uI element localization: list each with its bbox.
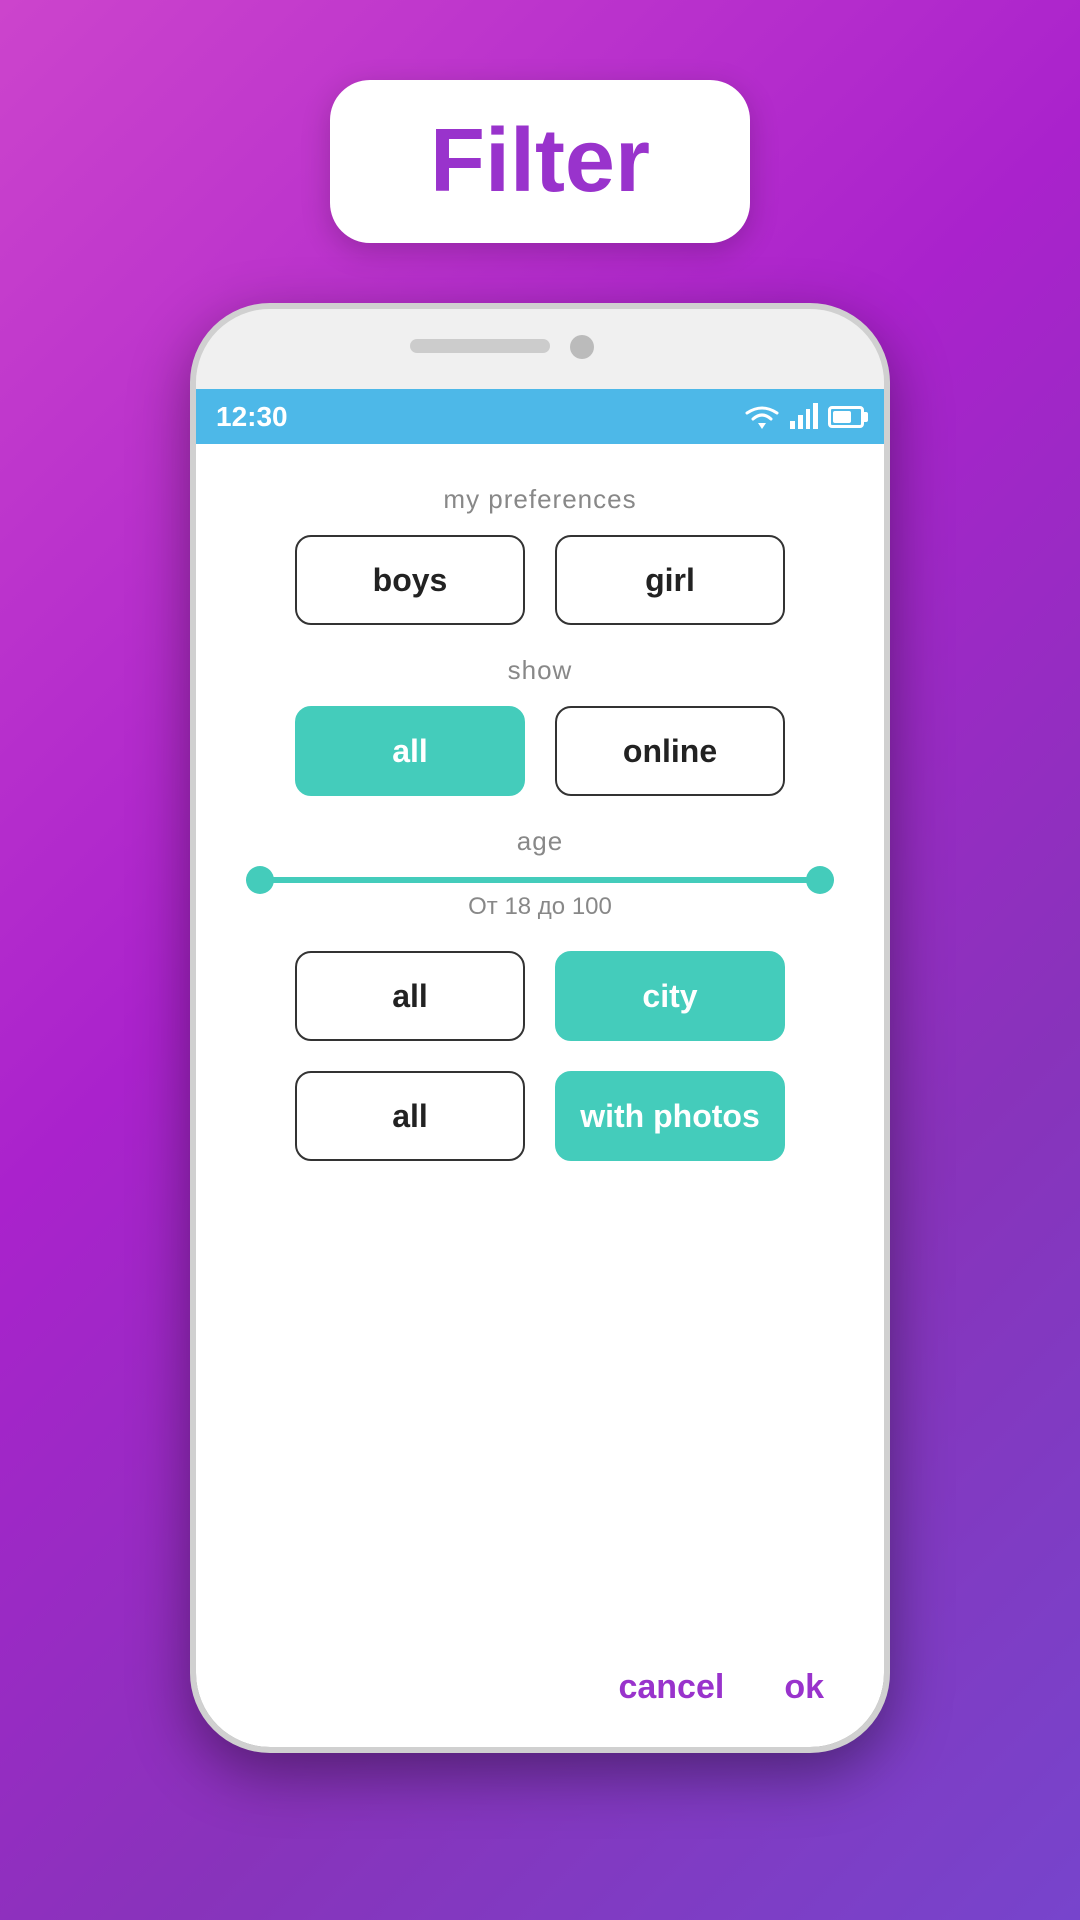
section-age-label: age: [517, 826, 563, 857]
all-location-button[interactable]: all: [295, 951, 525, 1041]
phone-speaker: [410, 339, 550, 353]
battery-icon: [828, 406, 864, 428]
location-buttons-row: all city: [236, 951, 844, 1041]
phone-content: my preferences boys girl show all online…: [196, 444, 884, 1747]
online-show-button[interactable]: online: [555, 706, 785, 796]
wifi-icon: [744, 403, 780, 431]
signal-icon: [790, 405, 818, 429]
preferences-buttons-row: boys girl: [236, 535, 844, 625]
filter-title: Filter: [430, 111, 650, 211]
filter-title-card: Filter: [330, 80, 750, 243]
age-slider-track[interactable]: [246, 877, 834, 883]
status-icons: [744, 403, 864, 431]
phone-frame: 12:30: [190, 303, 890, 1753]
battery-fill: [833, 411, 851, 423]
dialog-footer: cancel ok: [236, 1648, 844, 1717]
ok-button[interactable]: ok: [784, 1668, 824, 1707]
city-button[interactable]: city: [555, 951, 785, 1041]
phone-top: [196, 309, 884, 389]
age-slider-thumb-right[interactable]: [806, 866, 834, 894]
section-show-label: show: [508, 655, 573, 686]
all-photo-button[interactable]: all: [295, 1071, 525, 1161]
section-preferences-label: my preferences: [443, 484, 636, 515]
photo-buttons-row: all with photos: [236, 1071, 844, 1161]
status-time: 12:30: [216, 401, 288, 433]
age-slider-thumb-left[interactable]: [246, 866, 274, 894]
age-slider-container[interactable]: [236, 877, 844, 883]
status-bar: 12:30: [196, 389, 884, 444]
cancel-button[interactable]: cancel: [618, 1668, 724, 1707]
filter-dialog: my preferences boys girl show all online…: [196, 444, 884, 1747]
all-show-button[interactable]: all: [295, 706, 525, 796]
phone-camera: [570, 335, 594, 359]
with-photos-button[interactable]: with photos: [555, 1071, 785, 1161]
boys-button[interactable]: boys: [295, 535, 525, 625]
show-buttons-row: all online: [236, 706, 844, 796]
girl-button[interactable]: girl: [555, 535, 785, 625]
age-range-text: От 18 до 100: [468, 893, 612, 921]
